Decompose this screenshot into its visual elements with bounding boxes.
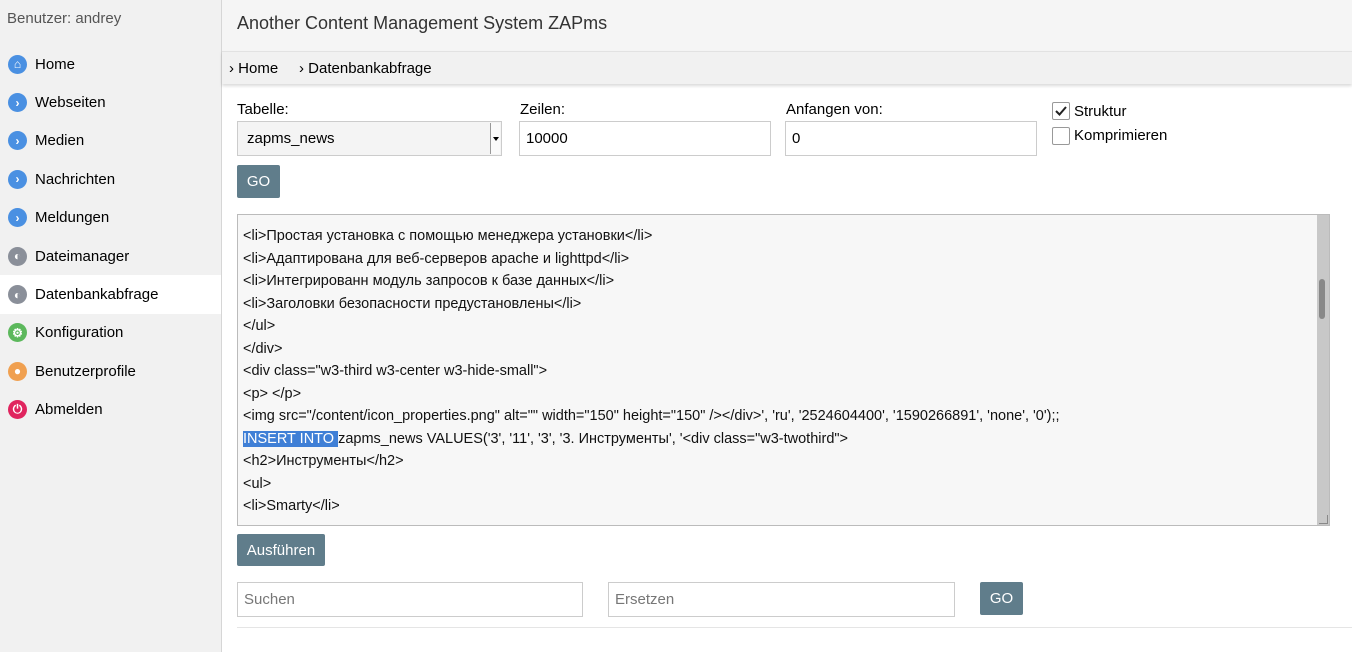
current-user-label: Benutzer: andrey	[7, 10, 122, 27]
tabelle-label: Tabelle:	[237, 101, 289, 118]
sidebar-item-label: Dateimanager	[35, 247, 130, 265]
sidebar-item-label: Benutzerprofile	[35, 362, 136, 380]
tool-icon: ◐	[8, 246, 27, 266]
chevron-right-icon: ›	[8, 169, 27, 189]
selected-text: INSERT INTO	[243, 430, 339, 447]
breadcrumb: › Home › Datenbankabfrage	[222, 51, 1352, 84]
sql-line: <li>Заголовки безопасности предустановле…	[243, 295, 582, 312]
chevron-right-icon: ›	[8, 208, 27, 228]
page-title: Another Content Management System ZAPms	[237, 13, 608, 33]
home-icon: ⌂	[8, 54, 27, 74]
sidebar-item-dateimanager[interactable]: ◐ Dateimanager	[0, 237, 221, 275]
sidebar-nav: ⌂ Home › Webseiten › Medien › Nachrichten › Meldu…	[0, 45, 221, 429]
sidebar-item-abmelden[interactable]: ⏻ Abmelden	[0, 391, 221, 429]
zeilen-label: Zeilen:	[520, 101, 566, 118]
sql-textarea[interactable]: <li>Простая установка с помощью менеджер…	[237, 214, 1330, 526]
sidebar: Benutzer: andrey ⌂ Home › Webseiten › Medien ›…	[0, 0, 222, 652]
sql-line: <div class="w3-third w3-center w3-hide-s…	[243, 363, 548, 379]
sql-line: <ul>	[243, 475, 272, 492]
execute-button[interactable]: Ausführen	[237, 534, 325, 566]
divider	[237, 627, 1352, 628]
sidebar-item-label: Home	[35, 55, 76, 73]
breadcrumb-datenbankabfrage[interactable]: › Datenbankabfrage	[299, 60, 432, 77]
resize-grip-icon[interactable]	[1319, 515, 1328, 524]
sidebar-item-label: Meldungen	[35, 209, 110, 227]
sql-line: </ul>	[243, 318, 276, 334]
header: Another Content Management System ZAPms	[222, 0, 1352, 51]
sidebar-item-label: Konfiguration	[35, 324, 124, 342]
sidebar-item-benutzerprofile[interactable]: ● Benutzerprofile	[0, 352, 221, 390]
sidebar-item-konfiguration[interactable]: ⚙ Konfiguration	[0, 314, 221, 352]
search-input[interactable]: Suchen	[237, 582, 583, 617]
replace-go-button[interactable]: GO	[980, 582, 1023, 615]
struktur-checkbox[interactable]	[1052, 102, 1070, 120]
sidebar-item-label: Medien	[35, 132, 85, 150]
replace-input[interactable]: Ersetzen	[608, 582, 955, 617]
user-icon: ●	[8, 361, 27, 381]
zeilen-input[interactable]: 10000	[519, 121, 771, 156]
sql-line: <li>Интегрированн модуль запросов к базе…	[243, 273, 615, 289]
sql-line: <h2>Инструменты</h2>	[243, 453, 404, 469]
sidebar-item-meldungen[interactable]: › Meldungen	[0, 199, 221, 237]
breadcrumb-home[interactable]: › Home	[229, 60, 278, 77]
go-button[interactable]: GO	[237, 165, 280, 198]
sql-line: </div>	[243, 340, 283, 357]
sidebar-item-webseiten[interactable]: › Webseiten	[0, 83, 221, 121]
sidebar-item-label: Datenbankabfrage	[35, 286, 159, 304]
komprimieren-label: Komprimieren	[1074, 127, 1168, 144]
sql-text: <li>Простая установка с помощью менеджер…	[243, 225, 1060, 518]
tabelle-select-value: zapms_news	[247, 130, 335, 147]
checkmark-icon	[1055, 106, 1067, 116]
scrollbar-thumb[interactable]	[1319, 279, 1325, 319]
chevron-right-icon: ›	[8, 131, 27, 151]
search-placeholder: Suchen	[244, 591, 295, 608]
tabelle-select[interactable]: zapms_news	[237, 121, 502, 156]
power-icon: ⏻	[8, 400, 27, 420]
sql-line: INSERT INTO zapms_news VALUES('3', '11',…	[243, 430, 849, 447]
sidebar-item-home[interactable]: ⌂ Home	[0, 45, 221, 83]
sql-line: <li>Адаптирована для веб-серверов apache…	[243, 250, 630, 267]
scrollbar[interactable]	[1317, 215, 1329, 525]
sidebar-item-label: Nachrichten	[35, 170, 116, 188]
chevron-down-icon[interactable]	[490, 123, 500, 154]
tool-icon: ◐	[8, 285, 27, 305]
sidebar-item-medien[interactable]: › Medien	[0, 122, 221, 160]
sql-line: <img src="/content/icon_properties.png" …	[243, 408, 1060, 424]
anfangen-input[interactable]: 0	[785, 121, 1037, 156]
anfangen-label: Anfangen von:	[786, 101, 883, 118]
sql-line: <li>Smarty</li>	[243, 498, 340, 514]
sql-line: <p> </p>	[243, 385, 302, 402]
sidebar-item-label: Abmelden	[35, 401, 103, 419]
sidebar-item-nachrichten[interactable]: › Nachrichten	[0, 160, 221, 198]
zeilen-input-value: 10000	[526, 130, 568, 147]
sidebar-item-datenbankabfrage[interactable]: ◐ Datenbankabfrage	[0, 275, 221, 314]
gear-icon: ⚙	[8, 323, 27, 343]
struktur-label: Struktur	[1074, 103, 1127, 120]
replace-placeholder: Ersetzen	[615, 591, 675, 608]
sql-line: <li>Простая установка с помощью менеджер…	[243, 228, 653, 244]
komprimieren-checkbox[interactable]	[1052, 127, 1070, 145]
sidebar-item-label: Webseiten	[35, 94, 106, 112]
chevron-right-icon: ›	[8, 93, 27, 113]
anfangen-input-value: 0	[792, 130, 801, 147]
